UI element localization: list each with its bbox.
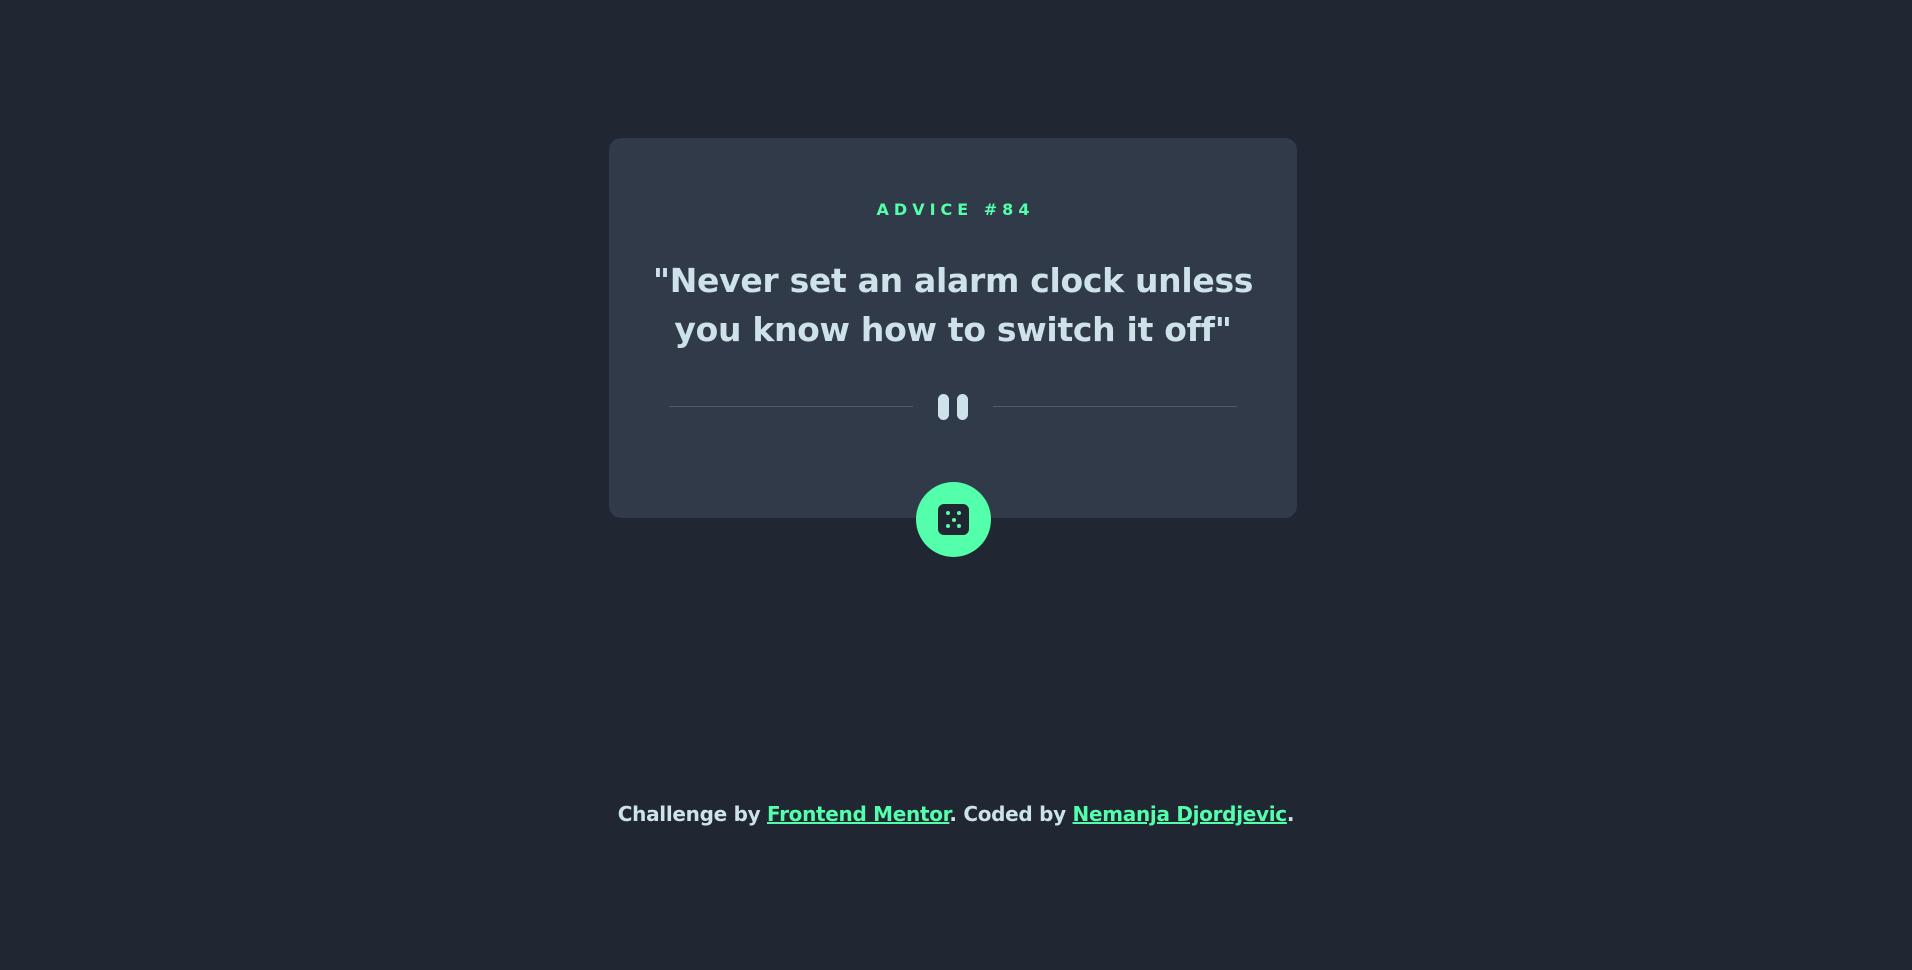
attribution-footer: Challenge by Frontend Mentor. Coded by N… bbox=[0, 802, 1912, 826]
advice-quote: "Never set an alarm clock unless you kno… bbox=[652, 261, 1254, 349]
frontend-mentor-link[interactable]: Frontend Mentor bbox=[767, 802, 950, 826]
generate-advice-button[interactable] bbox=[916, 482, 991, 557]
footer-suffix: . bbox=[1286, 802, 1295, 826]
divider bbox=[669, 392, 1237, 422]
advice-card: ADVICE #84 "Never set an alarm clock unl… bbox=[609, 138, 1297, 518]
divider-line-left bbox=[669, 406, 913, 407]
footer-middle: . Coded by bbox=[949, 802, 1073, 826]
footer-prefix: Challenge by bbox=[617, 802, 767, 826]
divider-line-right bbox=[993, 406, 1237, 407]
pause-icon bbox=[936, 392, 970, 420]
advice-number: ADVICE #84 bbox=[876, 200, 1035, 219]
author-link[interactable]: Nemanja Djordjevic bbox=[1073, 802, 1288, 826]
dice-icon bbox=[938, 504, 969, 535]
